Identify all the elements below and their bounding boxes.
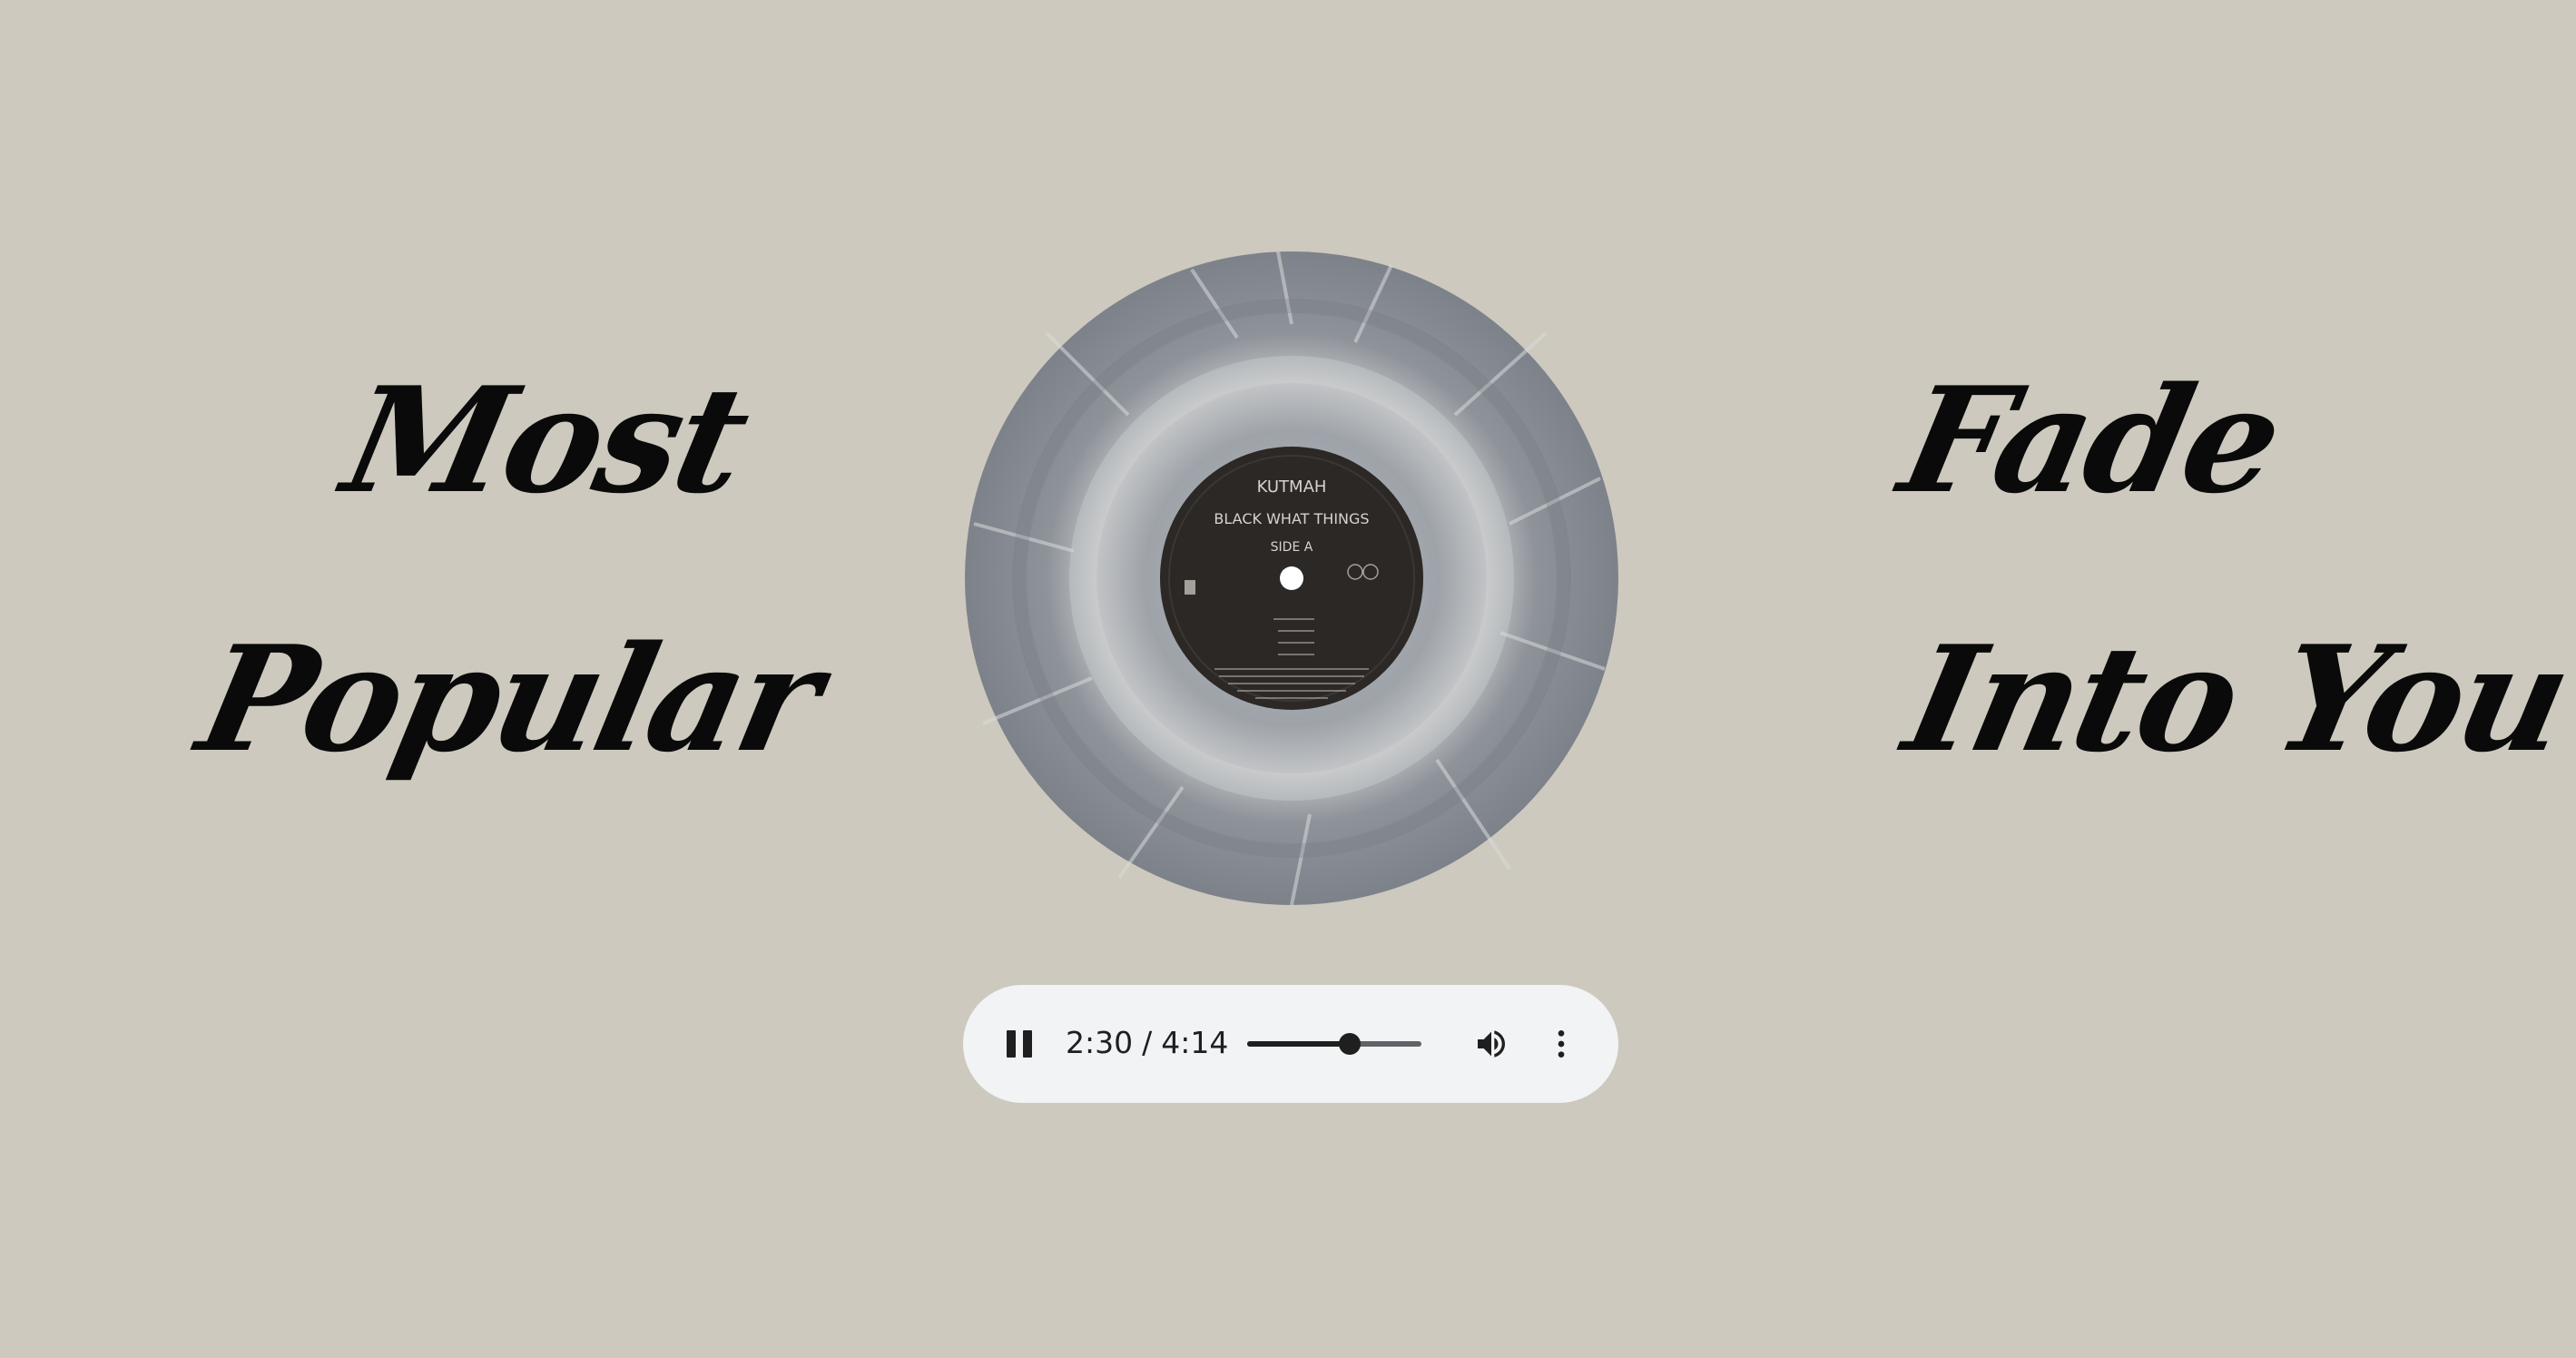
more-options-button[interactable] [1543, 1026, 1579, 1062]
right-title-word-2: Into You [1893, 614, 2576, 784]
time-separator: / [1142, 1025, 1153, 1060]
seek-progress [1247, 1041, 1351, 1047]
duration: 4:14 [1161, 1025, 1229, 1060]
pause-button[interactable] [1001, 1026, 1037, 1062]
current-time: 2:30 [1066, 1025, 1134, 1060]
left-title-word-2: Popular [186, 614, 832, 784]
vinyl-record-image: KUTMAH BLACK WHAT THINGS SIDE A [965, 251, 1618, 905]
seek-slider[interactable] [1247, 1030, 1421, 1058]
time-display: 2:30/4:14 [1066, 1025, 1228, 1061]
volume-icon [1478, 1030, 1505, 1058]
record-label-artist: KUTMAH [1257, 477, 1327, 497]
right-title-word-1: Fade [1888, 355, 2294, 526]
record-label-title: BLACK WHAT THINGS [1214, 510, 1369, 527]
more-vert-icon [1558, 1030, 1565, 1058]
left-title-word-1: Most [331, 355, 760, 526]
record-label-side: SIDE A [1271, 540, 1313, 555]
volume-button[interactable] [1473, 1026, 1509, 1062]
vinyl-record: KUTMAH BLACK WHAT THINGS SIDE A [965, 251, 1618, 905]
seek-thumb[interactable] [1339, 1033, 1362, 1055]
